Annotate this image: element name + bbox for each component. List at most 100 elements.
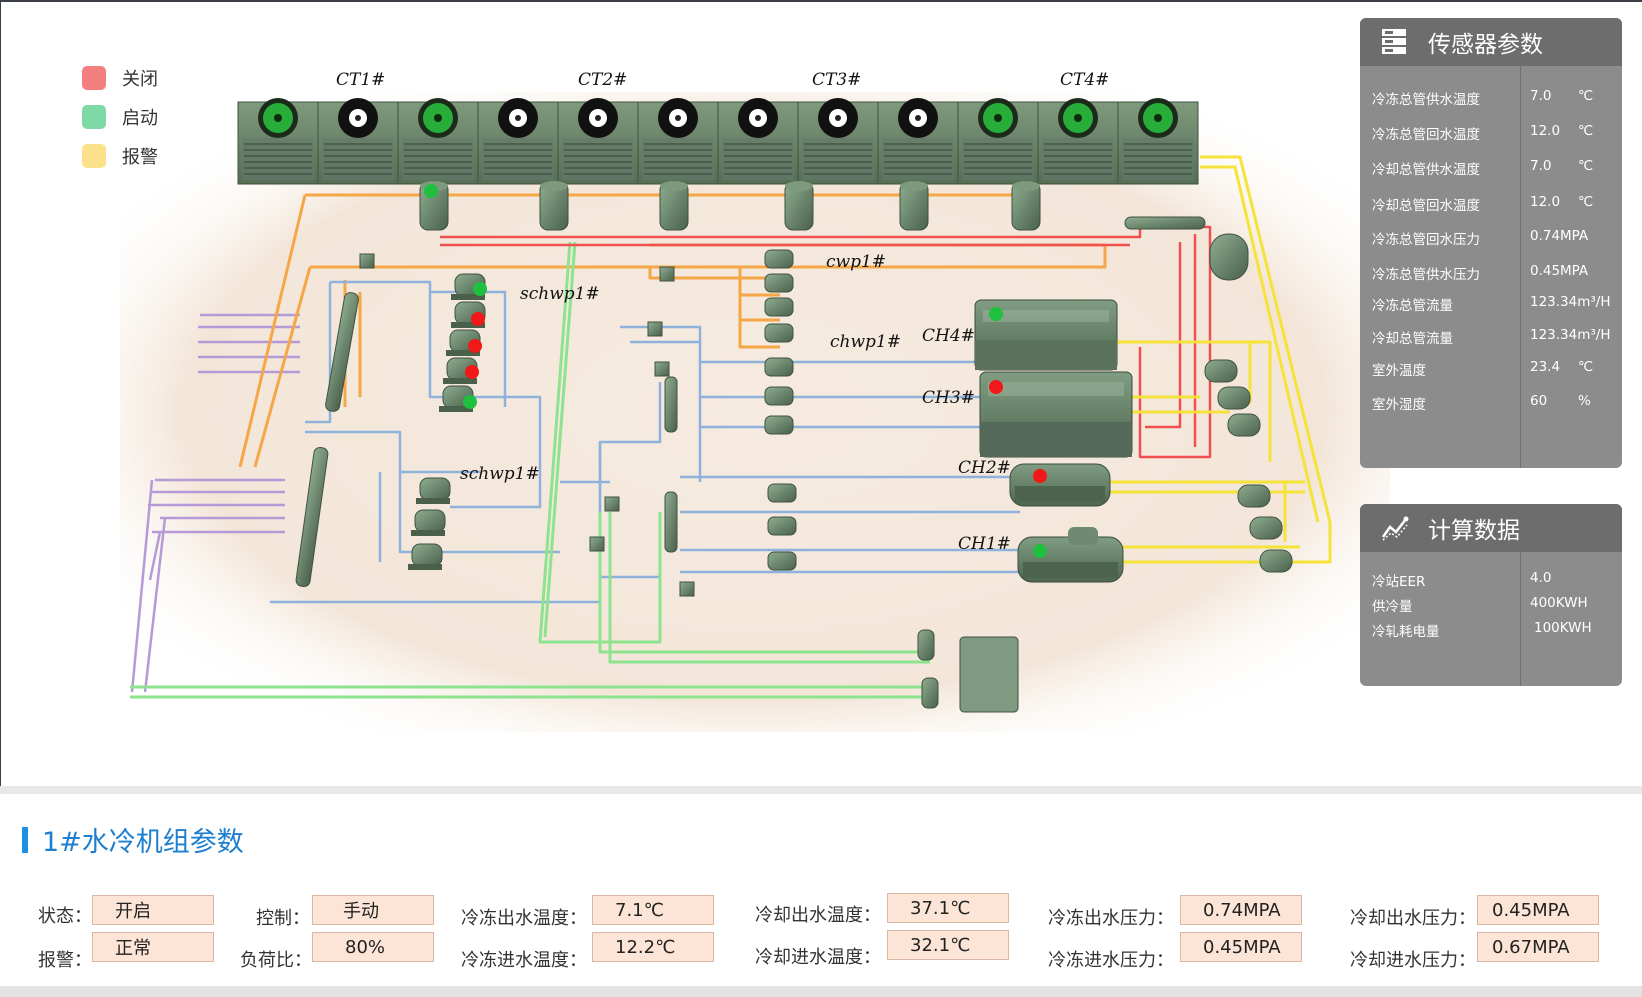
cooling-tower-unit	[637, 98, 719, 185]
sensor-name: 冷冻总管回水温度	[1372, 127, 1480, 143]
calc-name: 供冷量	[1372, 599, 1413, 615]
sensor-row: 冷冻总管回水压力 0.74 MPA	[1360, 228, 1622, 248]
label-ct3: CT3#	[812, 70, 862, 90]
label-cwp1: cwp1#	[826, 252, 887, 272]
sensor-value: 7.0	[1530, 88, 1552, 104]
sensor-row: 室外温度 23.4 ℃	[1360, 359, 1622, 379]
footer-bar	[0, 986, 1642, 997]
sensor-value: 123.34m³/H	[1530, 294, 1611, 310]
status-dot-off	[1033, 469, 1047, 483]
field-label-cw-out-pressure: 冷却出水压力：	[1350, 908, 1476, 929]
status-dot-off	[989, 380, 1003, 394]
label-ct1: CT1#	[336, 70, 386, 90]
cooling-tower-unit	[557, 98, 639, 185]
chiller-ch3	[979, 371, 1133, 458]
legend-label: 报警	[122, 147, 158, 168]
calc-row: 冷站EER 4.0	[1360, 570, 1622, 590]
sensor-name: 冷却总管供水温度	[1372, 162, 1480, 178]
sensor-row: 冷却总管供水温度 7.0 ℃	[1360, 158, 1622, 178]
sensor-row: 冷冻总管回水温度 12.0 ℃	[1360, 123, 1622, 143]
field-value-chw-in-pressure: 0.45MPA	[1180, 932, 1302, 962]
status-dot-on	[989, 307, 1003, 321]
sensor-panel-title: 传感器参数	[1428, 32, 1543, 58]
status-dot-off	[468, 339, 482, 353]
sensor-value: 60	[1530, 393, 1548, 409]
sensor-unit: MPA	[1560, 228, 1589, 244]
calc-row: 冷轧耗电量 100KWH	[1360, 620, 1622, 640]
pump-unit	[659, 181, 689, 231]
sensor-name: 室外湿度	[1372, 397, 1426, 413]
chart-line-icon	[1381, 516, 1409, 541]
status-dot-on	[473, 282, 487, 296]
legend-swatch-alarm	[82, 144, 106, 168]
sensor-row: 冷冻总管供水压力 0.45 MPA	[1360, 263, 1622, 283]
field-label-chw-in-temp: 冷冻进水温度：	[461, 950, 587, 971]
sensor-row: 冷冻总管流量 123.34m³/H	[1360, 294, 1622, 314]
field-label-chw-out-temp: 冷冻出水温度：	[461, 908, 587, 929]
sensor-panel-header: 传感器参数	[1360, 18, 1622, 66]
field-label-chw-out-pressure: 冷冻出水压力：	[1048, 908, 1174, 929]
sensor-panel: 传感器参数 冷冻总管供水温度 7.0 ℃ 冷冻总管回水温度 12.0 ℃ 冷却总管供水温…	[1360, 18, 1622, 468]
sensor-value: 7.0	[1530, 158, 1552, 174]
sensor-unit: ℃	[1578, 194, 1594, 210]
pump-unit	[784, 181, 814, 231]
calc-row: 供冷量 400KWH	[1360, 595, 1622, 615]
sensor-name: 冷却总管回水温度	[1372, 198, 1480, 214]
label-ch2: CH2#	[958, 458, 1011, 478]
sensor-value: 12.0	[1530, 194, 1561, 210]
cooling-tower-unit	[957, 98, 1039, 185]
field-label-control: 控制：	[256, 908, 310, 929]
sensor-value: 0.74	[1530, 228, 1561, 244]
status-dot-on	[1033, 544, 1047, 558]
field-value-alarm: 正常	[92, 932, 214, 962]
field-value-cw-out-pressure: 0.45MPA	[1477, 895, 1599, 925]
sensor-unit: ℃	[1578, 359, 1594, 375]
sensor-row: 冷却总管回水温度 12.0 ℃	[1360, 194, 1622, 214]
sensor-unit: ℃	[1578, 158, 1594, 174]
field-label-status: 状态：	[38, 906, 92, 927]
calc-value: 4.0	[1530, 570, 1552, 586]
sensor-value: 0.45	[1530, 263, 1561, 279]
pump-unit	[1011, 181, 1041, 231]
field-value-chw-out-temp: 7.1℃	[592, 895, 714, 925]
cooling-tower-unit	[477, 98, 559, 185]
section-separator	[0, 786, 1642, 794]
field-value-load-ratio: 80%	[312, 932, 434, 962]
sensor-name: 冷冻总管流量	[1372, 298, 1453, 314]
calc-value: 100KWH	[1534, 620, 1592, 636]
label-ct4: CT4#	[1060, 70, 1110, 90]
cooling-tower-unit	[1037, 98, 1119, 185]
calc-name: 冷站EER	[1372, 574, 1426, 590]
label-ch3: CH3#	[922, 388, 975, 408]
label-schwp1-bottom: schwp1#	[460, 464, 540, 484]
calc-value: 400KWH	[1530, 595, 1588, 611]
status-dot-on	[463, 395, 477, 409]
cooling-tower-unit	[317, 98, 399, 185]
calc-panel-body: 冷站EER 4.0 供冷量 400KWH 冷轧耗电量 100KWH	[1360, 552, 1622, 686]
field-value-cw-in-pressure: 0.67MPA	[1477, 932, 1599, 962]
field-label-cw-out-temp: 冷却出水温度：	[755, 905, 881, 926]
sensor-name: 冷冻总管供水压力	[1372, 267, 1480, 283]
legend-label: 启动	[122, 108, 158, 129]
cooling-tower-unit	[877, 98, 959, 185]
sensor-value: 123.34m³/H	[1530, 327, 1611, 343]
field-label-alarm: 报警：	[38, 950, 92, 971]
sensor-row: 冷却总管流量 123.34m³/H	[1360, 327, 1622, 347]
legend: 关闭 启动 报警	[82, 66, 158, 183]
status-dot-off	[465, 365, 479, 379]
cooling-tower-unit	[1117, 98, 1199, 185]
field-value-cw-out-temp: 37.1℃	[887, 893, 1009, 923]
sensor-unit: ℃	[1578, 123, 1594, 139]
field-value-cw-in-temp: 32.1℃	[887, 930, 1009, 960]
cooling-tower-unit	[237, 98, 319, 185]
legend-item-alarm: 报警	[82, 144, 158, 168]
label-ch1: CH1#	[958, 534, 1011, 554]
field-label-chw-in-pressure: 冷冻进水压力：	[1048, 950, 1174, 971]
field-label-cw-in-temp: 冷却进水温度：	[755, 947, 881, 968]
legend-item-running: 启动	[82, 105, 158, 129]
sensor-name: 冷却总管流量	[1372, 331, 1453, 347]
pump-unit	[899, 181, 929, 231]
sensor-value: 12.0	[1530, 123, 1561, 139]
calc-panel-title: 计算数据	[1428, 518, 1520, 544]
field-value-control: 手动	[312, 895, 434, 925]
